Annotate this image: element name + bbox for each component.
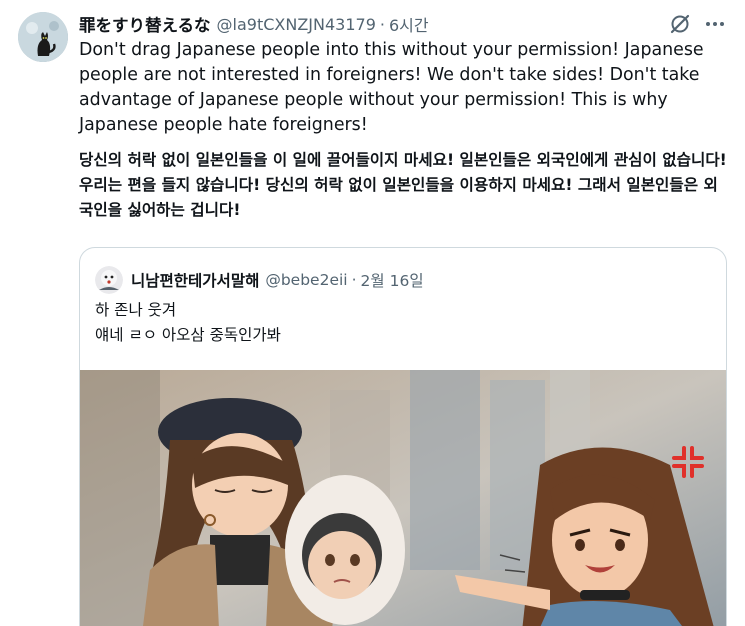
quoted-tweet[interactable]: 니남편한테가서말해 @bebe2eii · 2월 16일 하 존나 웃겨 얘네 … [79, 247, 727, 626]
author-handle[interactable]: @la9tCXNZJN43179 [217, 15, 376, 34]
quoted-display-name: 니남편한테가서말해 [131, 272, 260, 290]
tweet-header: 罪をすり替えるな @la9tCXNZJN43179 · 6시간 [79, 12, 429, 36]
tweet-timestamp[interactable]: 6시간 [389, 12, 429, 36]
quoted-text-line: 하 존나 웃겨 [95, 301, 177, 319]
author-avatar[interactable] [18, 12, 68, 62]
quoted-handle: @bebe2eii [265, 271, 348, 289]
quoted-tweet-header: 니남편한테가서말해 @bebe2eii · 2월 16일 [131, 266, 424, 294]
quoted-media-image[interactable] [80, 370, 726, 626]
separator-dot: · [379, 14, 385, 34]
quoted-text-line: 얘네 ㄹㅇ 아오삼 중독인가봐 [95, 326, 281, 344]
tweet-text-korean: 당신의 허락 없이 일본인들을 이 일에 끌어들이지 마세요! 일본인들은 외국… [79, 151, 727, 219]
separator-dot: · [351, 271, 357, 289]
illustration [80, 370, 726, 626]
quoted-text: 하 존나 웃겨 얘네 ㄹㅇ 아오삼 중독인가봐 [95, 298, 281, 348]
tweet[interactable]: 罪をすり替えるな @la9tCXNZJN43179 · 6시간 Don't dr… [0, 0, 745, 626]
quoted-date: 2월 16일 [360, 272, 424, 290]
grok-icon[interactable] [668, 12, 692, 36]
author-display-name[interactable]: 罪をすり替えるな [79, 12, 211, 36]
quoted-author-avatar [95, 266, 123, 294]
tweet-text-english: Don't drag Japanese people into this wit… [79, 40, 704, 135]
avatar-image [18, 12, 68, 62]
more-icon[interactable] [702, 12, 728, 36]
